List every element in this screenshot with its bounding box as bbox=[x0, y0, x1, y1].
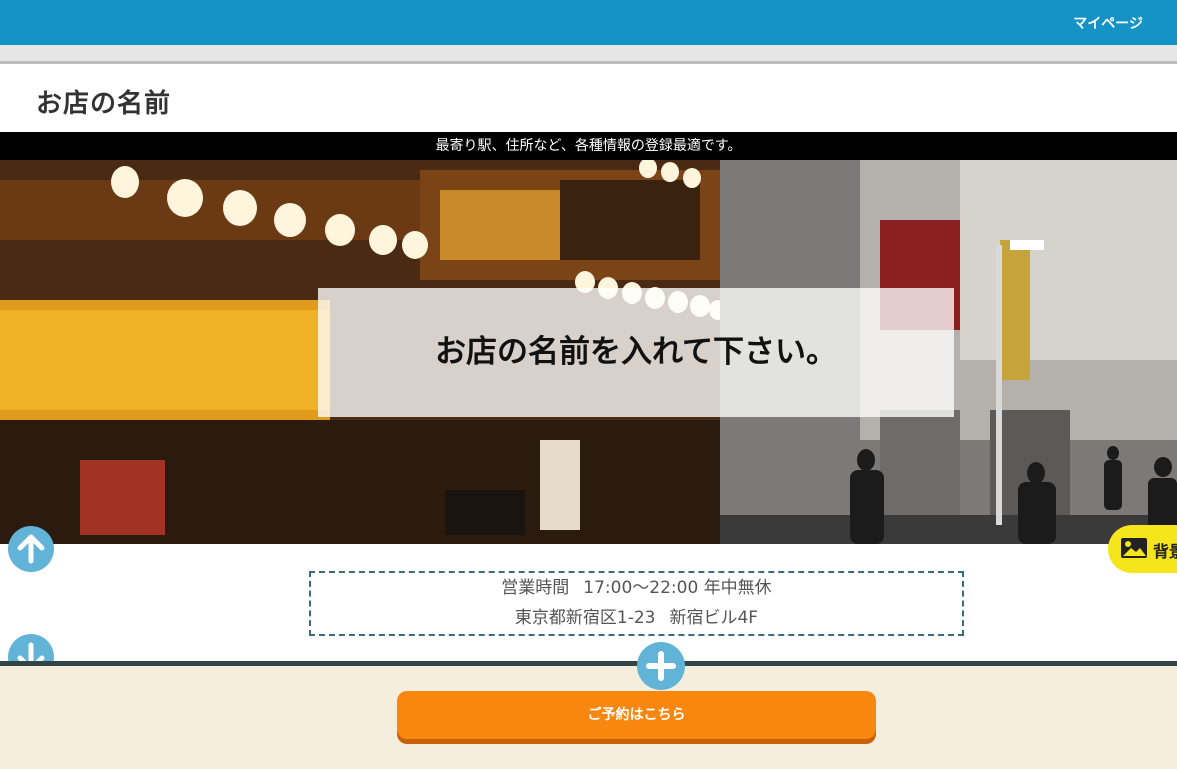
background-button-label: 背景 bbox=[1153, 542, 1177, 561]
hero-headline[interactable]: お店の名前を入れて下さい。 bbox=[318, 288, 954, 417]
top-nav-bar: マイページ bbox=[0, 0, 1177, 45]
building: 新宿ビル4F bbox=[669, 608, 759, 628]
hero-banner: お店の名前を入れて下さい。 bbox=[0, 160, 1177, 544]
image-icon bbox=[1121, 538, 1147, 558]
hours-value: 17:00～22:00 bbox=[583, 578, 699, 598]
closed-days: 年中無休 bbox=[703, 578, 772, 598]
arrow-up-icon bbox=[17, 534, 45, 564]
shop-header: お店の名前 bbox=[0, 67, 1177, 132]
mypage-link[interactable]: マイページ bbox=[1073, 13, 1143, 33]
add-block-button[interactable] bbox=[637, 642, 685, 690]
hours-label: 営業時間 bbox=[501, 578, 570, 598]
header-separator bbox=[0, 45, 1177, 64]
hours-line: 営業時間 17:00～22:00 年中無休 bbox=[311, 573, 962, 603]
tagline-bar[interactable]: 最寄り駅、住所など、各種情報の登録最適です。 bbox=[0, 132, 1177, 160]
shop-name-title[interactable]: お店の名前 bbox=[36, 83, 171, 120]
hero-title-box: お店の名前を入れて下さい。 bbox=[318, 288, 954, 417]
shop-info-box[interactable]: 営業時間 17:00～22:00 年中無休 東京都新宿区1-23 新宿ビル4F bbox=[309, 571, 964, 636]
move-up-button[interactable] bbox=[8, 526, 54, 572]
plus-icon bbox=[646, 651, 676, 681]
reservation-button[interactable]: ご予約はこちら bbox=[397, 691, 876, 739]
background-change-button[interactable]: 背景 bbox=[1108, 525, 1177, 573]
address: 東京都新宿区1-23 bbox=[514, 608, 656, 628]
address-line: 東京都新宿区1-23 新宿ビル4F bbox=[311, 603, 962, 633]
